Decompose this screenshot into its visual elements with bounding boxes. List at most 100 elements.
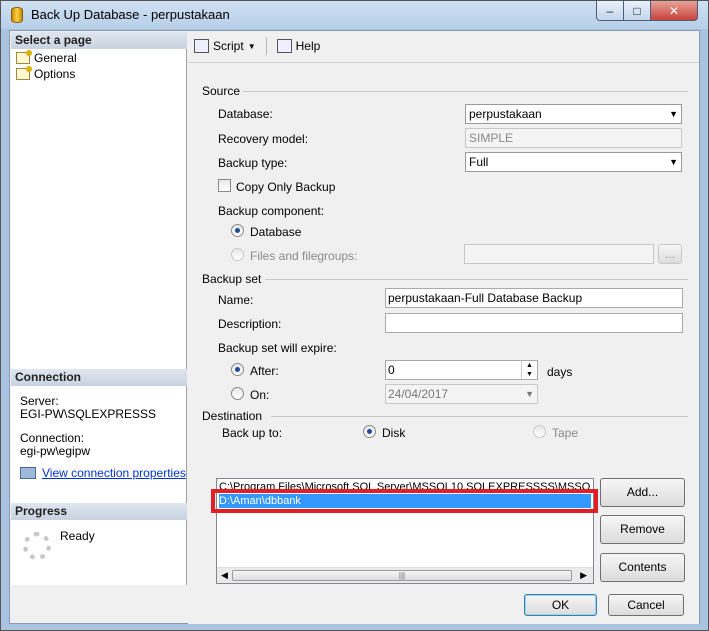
tape-radio[interactable] (533, 425, 546, 438)
dialog-footer: OK Cancel (188, 586, 699, 624)
backup-set-group-header: Backup set (202, 272, 262, 286)
help-button[interactable]: Help (276, 39, 321, 53)
view-connection-row: View connection properties (20, 466, 186, 480)
progress-header: Progress (11, 503, 187, 520)
maximize-button[interactable]: □ (624, 1, 651, 21)
on-label: On: (250, 388, 270, 402)
files-filegroups-label: Files and filegroups: (250, 249, 358, 263)
connection-header: Connection (11, 369, 187, 386)
spin-up-icon: ▲ (526, 362, 533, 369)
recovery-model-value: SIMPLE (469, 131, 514, 145)
ok-button[interactable]: OK (524, 594, 597, 616)
days-label: days (547, 365, 573, 379)
page-item-label: General (34, 51, 77, 65)
connection-properties-icon (20, 467, 36, 479)
add-button[interactable]: Add... (600, 478, 685, 507)
copy-only-checkbox[interactable] (218, 179, 231, 192)
spin-down-icon: ▼ (526, 371, 533, 378)
page-item-options[interactable]: Options (16, 66, 75, 82)
name-label: Name: (218, 293, 254, 307)
connection-label: Connection: (20, 431, 85, 445)
help-icon (276, 39, 292, 53)
divider (243, 91, 688, 92)
recovery-model-field: SIMPLE (465, 128, 682, 148)
page-item-general[interactable]: General (16, 50, 77, 66)
scroll-right-icon[interactable]: ▶ (580, 570, 587, 581)
on-date-picker[interactable]: 24/04/2017 ▼ (385, 384, 538, 404)
maximize-icon: □ (633, 3, 641, 18)
database-radio-label: Database (250, 225, 302, 239)
recovery-model-label: Recovery model: (218, 132, 309, 146)
select-page-header: Select a page (11, 32, 187, 49)
cancel-button[interactable]: Cancel (608, 594, 684, 616)
database-icon (11, 7, 23, 23)
contents-button[interactable]: Contents (600, 553, 685, 582)
general-page-content: Source Database: perpustakaan ▼ Recovery… (188, 62, 699, 585)
backup-type-select[interactable]: Full ▼ (465, 152, 682, 172)
scroll-thumb[interactable]: ||| (232, 570, 572, 581)
divider (271, 416, 688, 417)
title-bar[interactable]: Back Up Database - perpustakaan – □ ✕ (1, 1, 708, 29)
description-input[interactable] (385, 313, 683, 333)
dialog-client: Select a page General Options Connection… (9, 30, 700, 624)
database-select[interactable]: perpustakaan ▼ (465, 104, 682, 124)
backup-name-input[interactable]: perpustakaan-Full Database Backup (385, 288, 683, 308)
tape-label: Tape (552, 426, 579, 440)
database-label: Database: (218, 107, 273, 121)
after-days-input[interactable]: 0 (385, 360, 538, 380)
toolbar-separator (265, 37, 267, 55)
disk-label: Disk (382, 426, 406, 440)
expire-label: Backup set will expire: (218, 341, 337, 355)
back-up-to-label: Back up to: (222, 426, 283, 440)
database-radio[interactable] (231, 224, 244, 237)
scroll-left-icon[interactable]: ◀ (221, 570, 228, 581)
days-spinner[interactable]: ▲ ▼ (521, 361, 537, 379)
close-button[interactable]: ✕ (651, 1, 698, 21)
server-value: EGI-PW\SQLEXPRESSS (20, 407, 157, 421)
description-label: Description: (218, 317, 282, 331)
page-item-label: Options (34, 67, 76, 81)
backup-type-value: Full (469, 155, 489, 169)
source-group-header: Source (202, 84, 241, 98)
left-pane: Select a page General Options Connection… (11, 32, 187, 585)
on-date-radio[interactable] (231, 387, 244, 400)
divider (265, 279, 688, 280)
backup-type-label: Backup type: (218, 156, 288, 170)
chevron-down-icon: ▼ (669, 109, 678, 119)
backup-component-label: Backup component: (218, 204, 325, 218)
page-icon (16, 66, 32, 80)
chevron-down-icon: ▼ (247, 41, 256, 51)
toolbar: Script ▼ Help (188, 32, 699, 60)
view-connection-properties-link[interactable]: View connection properties (42, 466, 186, 480)
remove-button[interactable]: Remove (600, 515, 685, 544)
backup-dialog: Back Up Database - perpustakaan – □ ✕ Se… (0, 0, 709, 631)
progress-spinner-icon (23, 532, 51, 560)
help-label: Help (295, 39, 321, 53)
after-days-value: 0 (388, 363, 395, 377)
server-label: Server: (20, 394, 59, 408)
copy-only-label: Copy Only Backup (236, 180, 336, 194)
browse-filegroups-button[interactable]: ... (658, 244, 682, 264)
horizontal-scrollbar[interactable]: ◀ ||| ▶ (217, 567, 593, 583)
calendar-dropdown-icon: ▼ (525, 389, 534, 399)
close-icon: ✕ (668, 3, 680, 18)
on-date-value: 24/04/2017 (388, 387, 449, 401)
window-title: Back Up Database - perpustakaan (31, 7, 230, 22)
filegroups-field (464, 244, 654, 264)
minimize-button[interactable]: – (596, 1, 624, 21)
connection-value: egi-pw\egipw (20, 444, 91, 458)
chevron-down-icon: ▼ (669, 157, 678, 167)
destination-group-header: Destination (202, 409, 263, 423)
files-filegroups-radio[interactable] (231, 248, 244, 261)
script-icon (194, 39, 209, 53)
highlight-box (211, 489, 598, 513)
after-label: After: (250, 364, 279, 378)
page-icon (16, 50, 32, 64)
disk-radio[interactable] (363, 425, 376, 438)
script-label: Script (213, 39, 244, 53)
after-radio[interactable] (231, 363, 244, 376)
progress-status: Ready (60, 529, 95, 543)
script-button[interactable]: Script ▼ (194, 39, 256, 53)
database-select-value: perpustakaan (469, 107, 542, 121)
minimize-icon: – (606, 3, 614, 18)
